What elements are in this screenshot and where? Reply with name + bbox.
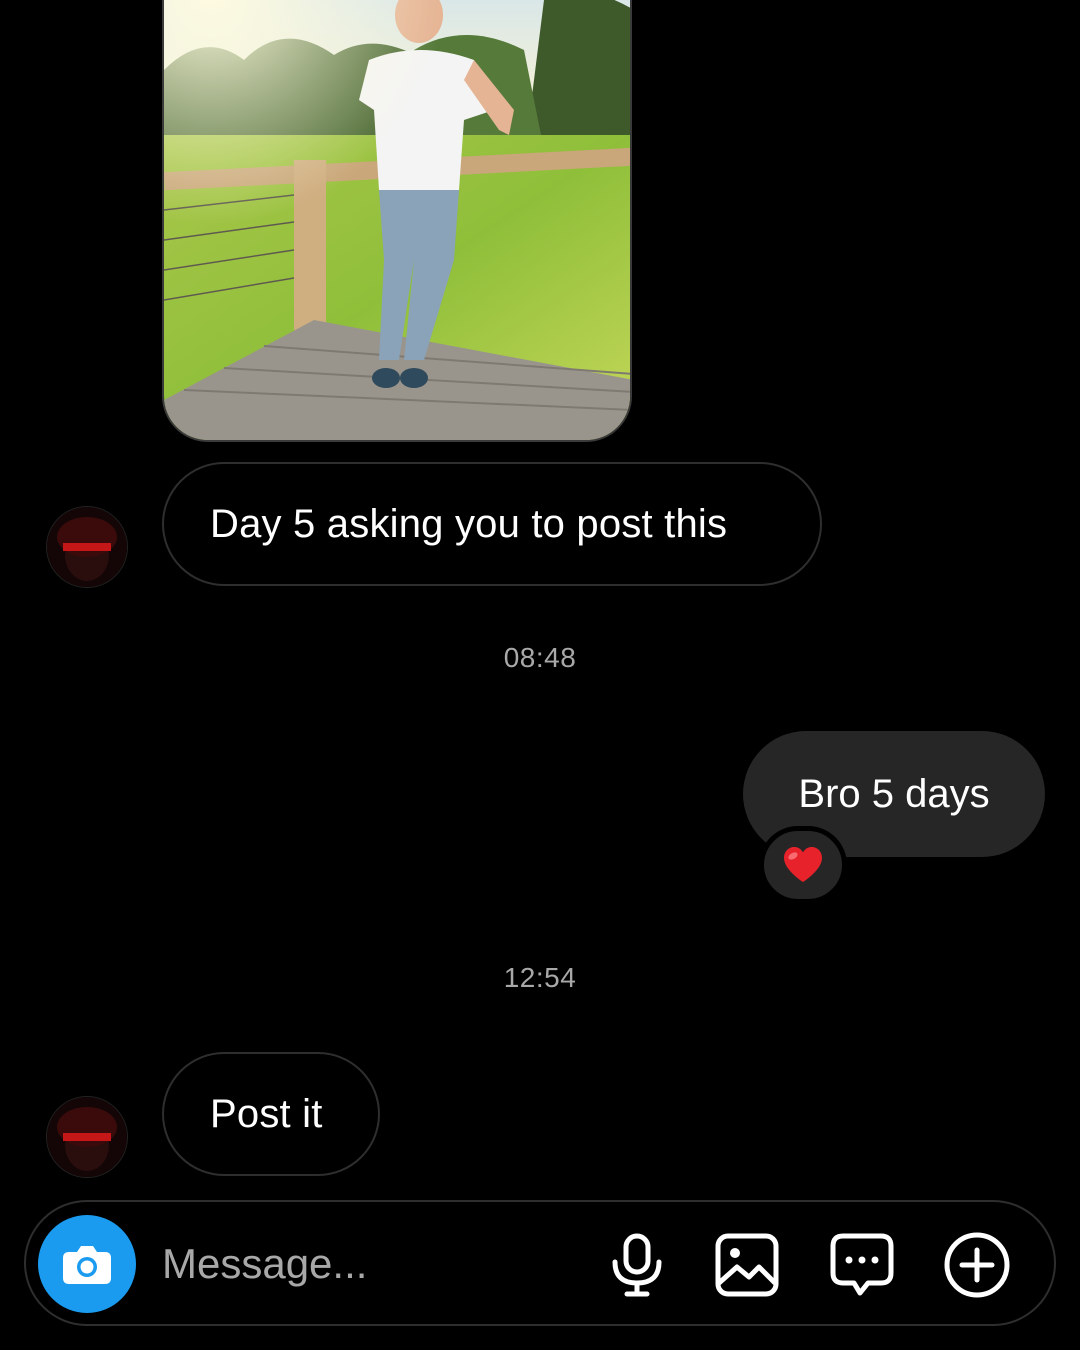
plus-icon [944,1232,1010,1298]
microphone-button[interactable] [602,1230,672,1300]
avatar-image [47,507,127,587]
shared-photo[interactable] [162,0,632,442]
received-message-bubble[interactable]: Post it [162,1052,380,1176]
more-options-button[interactable] [942,1230,1012,1300]
message-text: Post it [210,1091,323,1136]
message-text: Bro 5 days [798,771,990,816]
heart-icon [784,847,822,882]
reaction-badge[interactable] [759,826,847,904]
avatar-image [47,1097,127,1177]
sticker-icon [830,1233,894,1296]
message-timestamp: 08:48 [503,642,577,673]
gallery-icon [715,1233,779,1297]
microphone-icon [612,1233,662,1297]
gallery-button[interactable] [712,1230,782,1300]
message-text: Day 5 asking you to post this [210,501,728,546]
received-message-bubble[interactable]: Day 5 asking you to post this [162,462,822,586]
camera-icon [63,1246,111,1284]
photo-image [164,0,630,440]
avatar[interactable] [46,1096,128,1178]
sticker-button[interactable] [827,1230,897,1300]
message-input[interactable] [162,1232,582,1296]
avatar[interactable] [46,506,128,588]
message-composer [24,1200,1056,1326]
message-timestamp: 12:54 [503,962,577,993]
camera-button[interactable] [38,1215,136,1313]
